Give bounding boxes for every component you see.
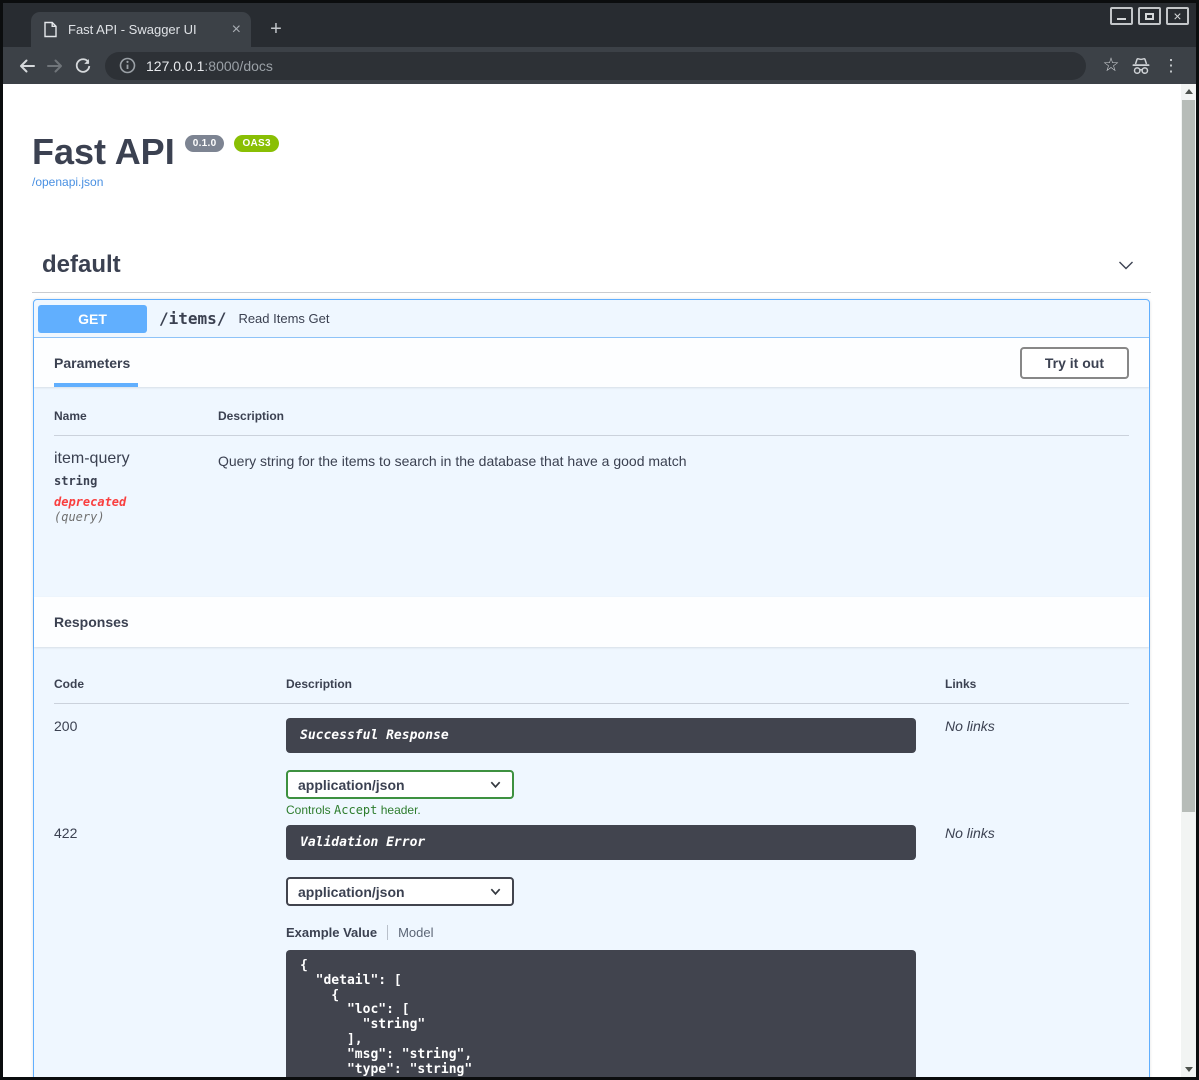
- tab-model[interactable]: Model: [398, 925, 433, 940]
- chevron-down-icon[interactable]: [1115, 254, 1137, 276]
- parameter-type: string: [54, 474, 98, 488]
- triangle-down-icon: [1184, 1067, 1193, 1072]
- maximize-icon: [1145, 12, 1154, 20]
- example-json-code: { "detail": [ { "loc": [ "string" ], "ms…: [300, 958, 473, 1077]
- close-button[interactable]: ×: [1166, 7, 1189, 25]
- response-code: 200: [54, 718, 78, 734]
- forward-button[interactable]: [41, 52, 69, 80]
- parameters-section-header: Parameters Try it out: [34, 338, 1149, 387]
- column-header-code: Code: [54, 677, 84, 691]
- column-header-links: Links: [945, 677, 977, 691]
- window-controls: ×: [1110, 7, 1189, 25]
- opblock-summary[interactable]: GET /items/ Read Items Get: [34, 300, 1149, 338]
- site-info-icon[interactable]: [119, 57, 136, 74]
- incognito-icon: [1132, 57, 1150, 74]
- response-links: No links: [945, 825, 995, 841]
- bookmark-star-icon: ☆: [1102, 55, 1120, 76]
- endpoint-summary: Read Items Get: [238, 311, 330, 326]
- tab-title: Fast API - Swagger UI: [68, 22, 197, 37]
- profile-incognito-button[interactable]: [1126, 52, 1156, 80]
- triangle-up-icon: [1184, 89, 1193, 94]
- browser-menu-button[interactable]: ⋮: [1156, 52, 1186, 80]
- browser-titlebar: Fast API - Swagger UI × + ×: [3, 3, 1196, 47]
- browser-tab[interactable]: Fast API - Swagger UI ×: [31, 12, 251, 47]
- response-code: 422: [54, 825, 78, 841]
- media-type-value: application/json: [298, 776, 405, 793]
- menu-dots-icon: ⋮: [1162, 55, 1180, 75]
- response-links: No links: [945, 718, 995, 734]
- url-bar[interactable]: 127.0.0.1:8000/docs: [105, 51, 1086, 80]
- new-tab-button[interactable]: +: [263, 16, 289, 42]
- parameters-table: Name Description item-query string depre…: [34, 387, 1149, 597]
- responses-table: Code Description Links 200 Successful Re…: [34, 647, 1149, 1077]
- tab-close-icon[interactable]: ×: [232, 21, 241, 38]
- select-chevron-icon: [489, 885, 502, 898]
- minimize-button[interactable]: [1110, 7, 1133, 25]
- scrollbar-down-arrow[interactable]: [1181, 1062, 1196, 1077]
- parameter-row: item-query string deprecated (query) Que…: [54, 436, 1129, 524]
- browser-toolbar: 127.0.0.1:8000/docs ☆ ⋮: [3, 47, 1196, 84]
- parameter-deprecated-flag: deprecated: [54, 495, 127, 509]
- reload-icon: [75, 57, 91, 73]
- page-scrollbar[interactable]: [1181, 84, 1196, 1077]
- tab-parameters[interactable]: Parameters: [54, 338, 138, 387]
- scrollbar-thumb[interactable]: [1182, 100, 1195, 812]
- tag-section-header[interactable]: default: [32, 251, 1151, 293]
- page-content: Fast API 0.1.0 OAS3 /openapi.json defaul…: [3, 84, 1196, 1077]
- browser-window: Fast API - Swagger UI × + × 127.0.0.1:80…: [0, 0, 1199, 1080]
- swagger-ui: Fast API 0.1.0 OAS3 /openapi.json defaul…: [3, 84, 1181, 1077]
- tab-divider: [387, 925, 389, 940]
- reload-button[interactable]: [69, 52, 97, 80]
- oas-badge: OAS3: [234, 135, 279, 152]
- media-type-value: application/json: [298, 883, 405, 900]
- media-type-select[interactable]: application/json: [286, 877, 514, 906]
- minimize-icon: [1117, 17, 1126, 20]
- api-title: Fast API: [32, 131, 175, 172]
- column-header-description: Description: [286, 677, 353, 691]
- http-method-badge: GET: [38, 304, 147, 333]
- response-row-200: 200 Successful Response application/json…: [54, 704, 1129, 817]
- responses-section-header: Responses: [34, 597, 1149, 647]
- media-type-select[interactable]: application/json: [286, 770, 514, 799]
- example-json-panel: { "detail": [ { "loc": [ "string" ], "ms…: [286, 950, 916, 1077]
- url-path: :8000/docs: [204, 57, 273, 74]
- endpoint-path: /items/: [159, 309, 227, 328]
- column-header-description: Description: [218, 409, 285, 423]
- response-description-panel: Validation Error: [286, 825, 916, 860]
- url-text: 127.0.0.1:8000/docs: [146, 58, 273, 74]
- back-button[interactable]: [13, 52, 41, 80]
- example-model-tabs: Example Value Model: [286, 925, 916, 940]
- try-it-out-button[interactable]: Try it out: [1019, 346, 1129, 379]
- select-chevron-icon: [489, 778, 502, 791]
- tag-name: default: [42, 251, 121, 278]
- parameter-description: Query string for the items to search in …: [218, 453, 687, 469]
- parameter-location: (query): [54, 510, 105, 524]
- responses-title: Responses: [54, 614, 129, 630]
- tab-example-value[interactable]: Example Value: [286, 925, 377, 940]
- back-arrow-icon: [20, 59, 35, 72]
- version-badge: 0.1.0: [184, 135, 225, 152]
- parameter-name: item-query: [54, 450, 130, 467]
- url-host: 127.0.0.1: [146, 57, 205, 74]
- openapi-spec-link[interactable]: /openapi.json: [32, 175, 103, 189]
- scrollbar-up-arrow[interactable]: [1181, 84, 1196, 99]
- maximize-button[interactable]: [1138, 7, 1161, 25]
- opblock-get-items: GET /items/ Read Items Get Parameters Tr…: [33, 299, 1150, 1077]
- forward-arrow-icon: [47, 59, 62, 72]
- response-row-422: 422 Validation Error application/json Ex…: [54, 817, 1129, 1077]
- page-document-icon: [43, 21, 58, 38]
- response-description-panel: Successful Response: [286, 718, 916, 753]
- api-info: Fast API 0.1.0 OAS3 /openapi.json: [3, 84, 1181, 191]
- accept-header-note: Controls Accept header.: [286, 803, 421, 817]
- bookmark-star-button[interactable]: ☆: [1096, 52, 1126, 80]
- column-header-name: Name: [54, 409, 87, 423]
